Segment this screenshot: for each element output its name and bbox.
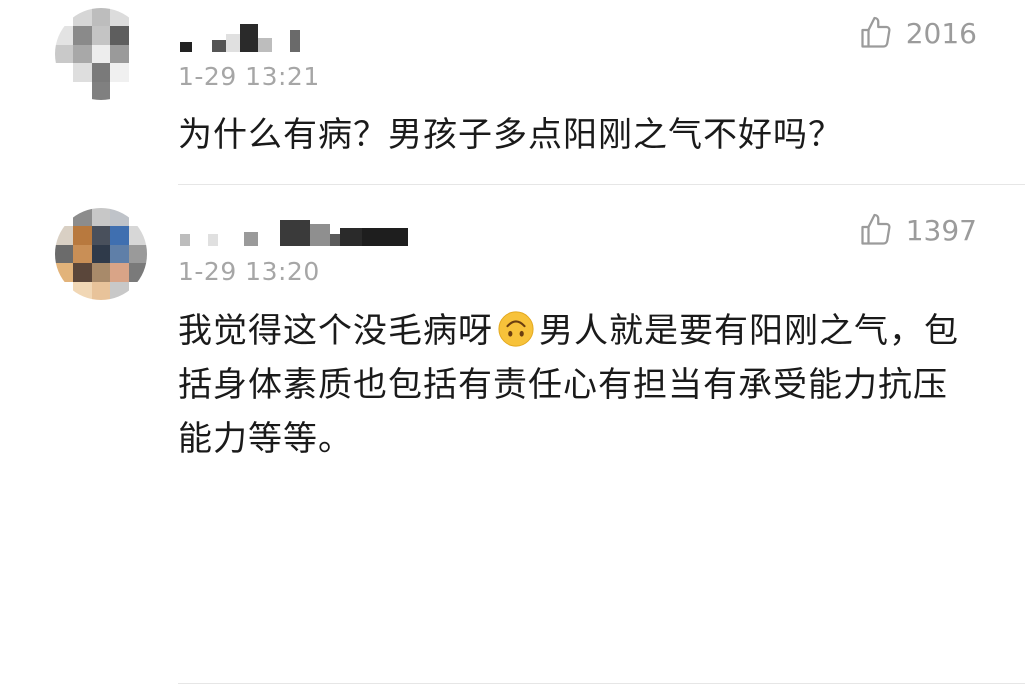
comment-timestamp: 1-29 13:20 xyxy=(178,257,320,286)
comment-text: 为什么有病？男孩子多点阳刚之气不好吗？ xyxy=(178,115,843,155)
comment-text-part: 我觉得这个没毛病呀 xyxy=(178,311,493,351)
like-count: 2016 xyxy=(905,16,977,50)
comment-item: 1-29 13:20 1397 我觉得这个没毛病呀 男人就是要有阳刚之气，包括身… xyxy=(0,186,1025,684)
thumbs-up-icon xyxy=(861,213,891,245)
username-pixelated[interactable] xyxy=(180,216,408,246)
like-count: 1397 xyxy=(905,213,977,247)
avatar[interactable] xyxy=(55,8,147,100)
comment-timestamp: 1-29 13:21 xyxy=(178,62,320,91)
thumbs-up-icon xyxy=(861,16,891,48)
username-pixelated[interactable] xyxy=(180,22,300,52)
upside-down-face-emoji xyxy=(498,311,534,347)
avatar[interactable] xyxy=(55,208,147,300)
divider xyxy=(178,184,1025,185)
comment-item: 1-29 13:21 2016 为什么有病？男孩子多点阳刚之气不好吗？ xyxy=(0,0,1025,186)
like-button[interactable]: 1397 xyxy=(858,212,977,248)
like-button[interactable]: 2016 xyxy=(858,15,977,51)
comment-text: 我觉得这个没毛病呀 男人就是要有阳刚之气，包括身体素质也包括有责任心有担当有承受… xyxy=(178,304,968,466)
